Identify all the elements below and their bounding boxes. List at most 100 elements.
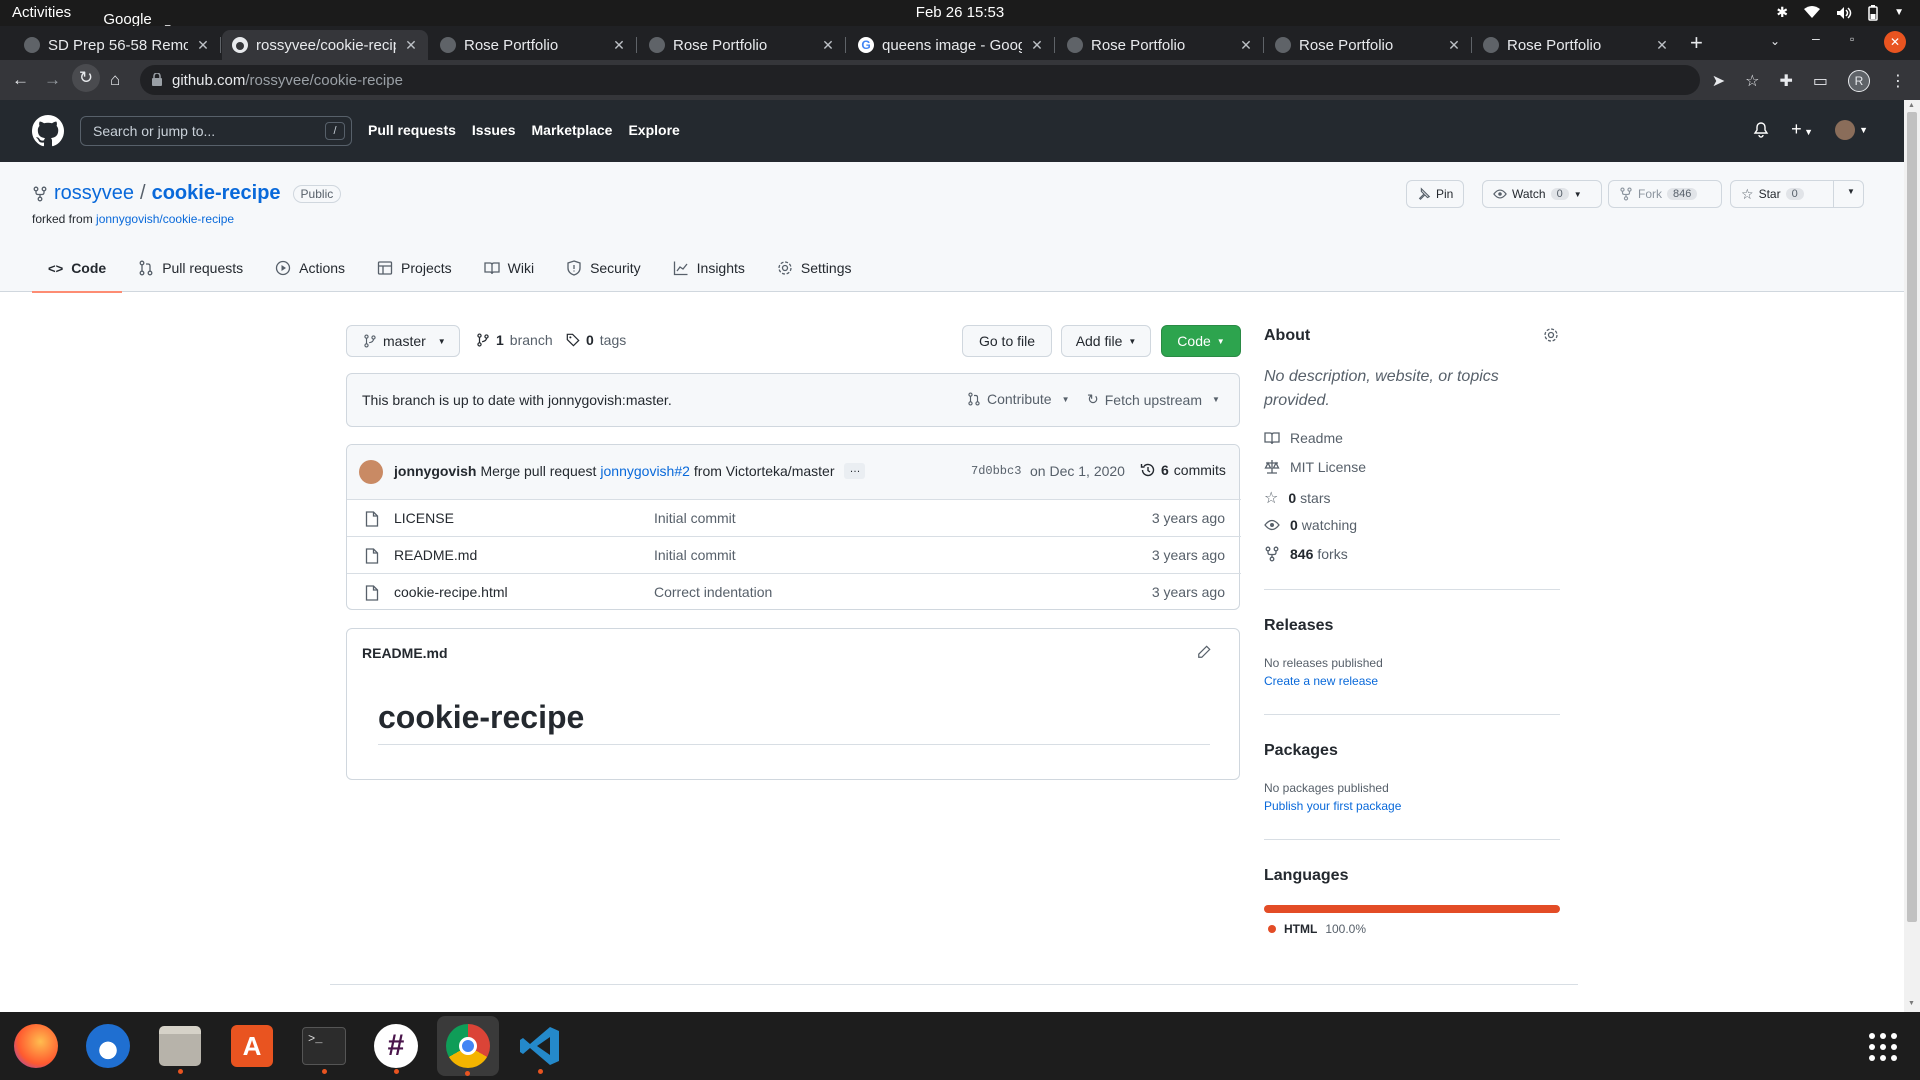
address-bar[interactable]: github.com/rossyvee/cookie-recipe: [140, 65, 1700, 95]
contribute-button[interactable]: Contribute ▼: [967, 391, 1070, 407]
cast-icon[interactable]: ▭: [1813, 71, 1828, 91]
system-tray[interactable]: ✱ ▼: [1776, 4, 1904, 21]
commit-message-prefix[interactable]: Merge pull request: [480, 463, 596, 479]
show-apps-grid-icon[interactable]: [1868, 1032, 1898, 1062]
commit-sha[interactable]: 7d0bbc3: [971, 464, 1021, 478]
github-logo-icon[interactable]: [32, 115, 64, 147]
publish-package-link[interactable]: Publish your first package: [1264, 799, 1401, 813]
file-row[interactable]: README.md Initial commit 3 years ago: [347, 536, 1241, 573]
clock[interactable]: Feb 26 15:53: [0, 4, 1920, 21]
close-tab-icon[interactable]: ✕: [1239, 37, 1253, 54]
extensions-icon[interactable]: ✚: [1779, 71, 1792, 91]
browser-tab[interactable]: Rose Portfolio ✕: [430, 30, 637, 60]
reload-icon[interactable]: ↻: [72, 64, 100, 92]
file-commit-message[interactable]: Initial commit: [654, 547, 736, 563]
browser-tab[interactable]: Rose Portfolio ✕: [1473, 30, 1679, 60]
releases-title[interactable]: Releases: [1264, 617, 1333, 635]
global-search-input[interactable]: Search or jump to... /: [80, 116, 352, 146]
forks-link[interactable]: 846 forks: [1264, 546, 1348, 562]
commit-pr-link[interactable]: jonnygovish#2: [600, 463, 690, 479]
minimize-window-button[interactable]: –: [1812, 30, 1820, 46]
create-release-link[interactable]: Create a new release: [1264, 674, 1378, 688]
browser-tab[interactable]: SD Prep 56-58 Remote ✕: [14, 30, 221, 60]
browser-tab[interactable]: Rose Portfolio ✕: [639, 30, 846, 60]
fetch-upstream-button[interactable]: ↻ Fetch upstream ▼: [1087, 391, 1220, 408]
repo-owner-link[interactable]: rossyvee: [54, 182, 134, 205]
tab-code[interactable]: <> Code: [32, 244, 123, 293]
software-center-launcher[interactable]: A: [227, 1022, 277, 1070]
maximize-window-button[interactable]: ▫: [1850, 32, 1854, 46]
go-to-file-button[interactable]: Go to file: [962, 325, 1052, 357]
forked-from-link[interactable]: jonnygovish/cookie-recipe: [96, 212, 234, 226]
activities-button[interactable]: Activities: [12, 4, 71, 21]
tab-settings[interactable]: Settings: [761, 244, 868, 292]
close-tab-icon[interactable]: ✕: [196, 37, 210, 54]
file-name[interactable]: README.md: [394, 547, 477, 563]
browser-tab[interactable]: G queens image - Google ✕: [848, 30, 1055, 60]
browser-tab[interactable]: Rose Portfolio ✕: [1265, 30, 1472, 60]
commits-history-link[interactable]: 6 commits: [1140, 462, 1226, 478]
back-arrow-icon[interactable]: ←: [12, 70, 29, 90]
close-tab-icon[interactable]: ✕: [821, 37, 835, 54]
close-tab-icon[interactable]: ✕: [404, 37, 418, 54]
create-new-plus-icon[interactable]: + ▼: [1791, 119, 1813, 140]
terminal-launcher[interactable]: >_: [299, 1022, 349, 1074]
nav-pull-requests[interactable]: Pull requests: [368, 122, 456, 138]
tab-security[interactable]: Security: [550, 244, 657, 292]
file-commit-message[interactable]: Initial commit: [654, 510, 736, 526]
close-tab-icon[interactable]: ✕: [1655, 37, 1669, 54]
nav-explore[interactable]: Explore: [628, 122, 679, 138]
files-launcher[interactable]: [155, 1022, 205, 1074]
fork-button[interactable]: Fork 846: [1608, 180, 1722, 208]
firefox-launcher[interactable]: [11, 1022, 61, 1070]
file-row[interactable]: LICENSE Initial commit 3 years ago: [347, 499, 1241, 536]
pin-button[interactable]: Pin: [1406, 180, 1465, 208]
watch-button[interactable]: Watch 0 ▼: [1482, 180, 1602, 208]
nav-issues[interactable]: Issues: [472, 122, 516, 138]
readme-link[interactable]: Readme: [1264, 430, 1343, 446]
star-button[interactable]: ☆ Star 0 ▼: [1730, 180, 1864, 208]
file-name[interactable]: cookie-recipe.html: [394, 584, 508, 600]
tags-link[interactable]: 0 tags: [566, 332, 626, 348]
stars-link[interactable]: ☆ 0 stars: [1264, 488, 1330, 508]
star-list-chevron-icon[interactable]: ▼: [1847, 187, 1855, 196]
notifications-bell-icon[interactable]: [1753, 121, 1769, 138]
scroll-up-arrow-icon[interactable]: ▲: [1908, 102, 1915, 109]
slack-launcher[interactable]: #: [371, 1022, 421, 1074]
home-icon[interactable]: ⌂: [110, 70, 120, 90]
author-avatar[interactable]: [359, 460, 383, 484]
tab-pull-requests[interactable]: Pull requests: [122, 244, 259, 292]
browser-tab[interactable]: Rose Portfolio ✕: [1057, 30, 1264, 60]
bookmark-star-icon[interactable]: ☆: [1745, 71, 1759, 91]
about-settings-gear-icon[interactable]: [1543, 327, 1559, 343]
close-tab-icon[interactable]: ✕: [612, 37, 626, 54]
code-dropdown-button[interactable]: Code ▼: [1161, 325, 1241, 357]
scroll-down-arrow-icon[interactable]: ▼: [1908, 1000, 1915, 1007]
close-tab-icon[interactable]: ✕: [1447, 37, 1461, 54]
commit-author[interactable]: jonnygovish: [394, 463, 476, 479]
kebab-menu-icon[interactable]: ⋮: [1890, 71, 1906, 91]
add-file-button[interactable]: Add file ▼: [1061, 325, 1151, 357]
repo-name-link[interactable]: cookie-recipe: [152, 182, 281, 205]
nav-marketplace[interactable]: Marketplace: [532, 122, 613, 138]
send-icon[interactable]: ➤: [1712, 71, 1725, 91]
file-row[interactable]: cookie-recipe.html Correct indentation 3…: [347, 573, 1241, 610]
license-link[interactable]: MIT License: [1264, 459, 1366, 475]
tab-wiki[interactable]: Wiki: [468, 244, 550, 292]
tab-insights[interactable]: Insights: [657, 244, 761, 292]
commit-message-suffix[interactable]: from Victorteka/master: [694, 463, 835, 479]
vscode-launcher[interactable]: [515, 1022, 565, 1074]
scrollbar-thumb[interactable]: [1907, 112, 1917, 922]
file-commit-message[interactable]: Correct indentation: [654, 584, 772, 600]
edit-pencil-icon[interactable]: [1197, 645, 1211, 659]
tab-actions[interactable]: Actions: [259, 244, 361, 292]
user-avatar[interactable]: ▼: [1835, 119, 1868, 140]
new-tab-button[interactable]: +: [1690, 30, 1703, 56]
branch-select-button[interactable]: master ▼: [346, 325, 460, 357]
page-scrollbar[interactable]: ▲ ▼: [1904, 100, 1920, 1012]
forward-arrow-icon[interactable]: →: [44, 70, 61, 90]
tab-projects[interactable]: Projects: [361, 244, 468, 292]
close-tab-icon[interactable]: ✕: [1030, 37, 1044, 54]
watching-link[interactable]: 0 watching: [1264, 517, 1357, 533]
packages-title[interactable]: Packages: [1264, 742, 1338, 760]
